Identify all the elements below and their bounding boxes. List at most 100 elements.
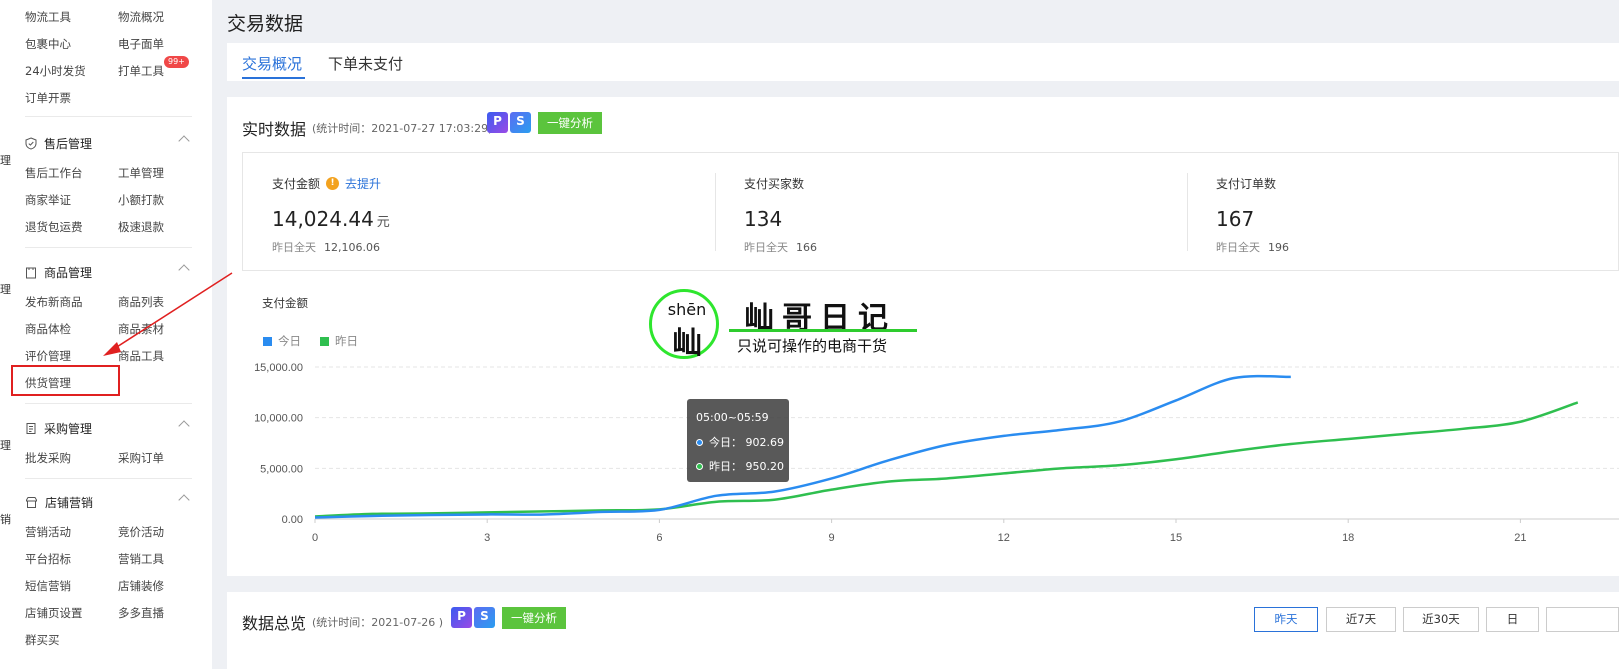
sidebar-group-after-sales[interactable]: 售后管理	[25, 135, 205, 152]
sidebar-item[interactable]: 营销活动	[25, 524, 71, 540]
sidebar-group-title: 售后管理	[44, 137, 93, 151]
sidebar-item[interactable]: 小额打款	[118, 192, 164, 208]
legend-item-yesterday[interactable]: 昨日	[320, 333, 358, 349]
stat-yesterday-row: 昨日全天 166	[744, 239, 817, 255]
edge-glyph: 销	[0, 513, 11, 526]
series-dot-icon	[696, 438, 703, 446]
shield-icon	[25, 137, 37, 150]
stat-label-row: 支付订单数	[1216, 175, 1276, 192]
stats-panel: 支付金额 ! 去提升 14,024.44 元 昨日全天 12,106.06 支付买家…	[242, 152, 1619, 271]
divider	[25, 403, 192, 404]
notification-badge: 99+	[164, 56, 189, 68]
x-tick-label: 3	[484, 532, 490, 544]
chevron-up-icon[interactable]	[178, 420, 190, 432]
y-tick-label: 5,000.00	[260, 463, 303, 475]
tab-bar: 交易概况 下单未支付	[227, 43, 1619, 81]
sidebar-item[interactable]: 极速退款	[118, 219, 164, 235]
analyze-button[interactable]: 一键分析	[502, 607, 566, 629]
warning-icon[interactable]: !	[326, 177, 340, 190]
tooltip-value: 今日： 902.69	[709, 436, 784, 449]
highlight-annotation-box	[11, 365, 120, 396]
range-day-button[interactable]: 日	[1486, 607, 1539, 632]
sidebar-item[interactable]: 发布新商品	[25, 294, 83, 310]
range-more-button[interactable]	[1546, 607, 1619, 632]
app-p-icon[interactable]: P	[487, 112, 508, 133]
sidebar-item-print-tools[interactable]: 打单工具	[118, 63, 164, 79]
sidebar-item-waybill[interactable]: 电子面单	[118, 36, 164, 52]
stat-label: 支付金额	[272, 177, 321, 191]
app-p-icon[interactable]: P	[451, 607, 472, 628]
watermark-slogan: 只说可操作的电商干货	[737, 337, 888, 355]
chevron-up-icon[interactable]	[178, 135, 190, 147]
improve-link[interactable]: 去提升	[345, 175, 381, 192]
sidebar-item-logistics-tools[interactable]: 物流工具	[25, 9, 71, 25]
sidebar-item[interactable]: 店铺页设置	[25, 605, 83, 621]
stat-label: 支付买家数	[744, 177, 805, 191]
stat-yesterday-label: 昨日全天	[272, 241, 316, 254]
tooltip-row-yesterday: 昨日： 950.20	[696, 458, 784, 474]
sidebar-item-package-center[interactable]: 包裹中心	[25, 36, 71, 52]
sidebar-group-title: 采购管理	[44, 422, 93, 436]
app-s-icon[interactable]: S	[510, 112, 531, 133]
edge-glyph: 理	[0, 154, 11, 167]
sidebar-group-marketing[interactable]: 店铺营销	[25, 494, 205, 511]
tooltip-value: 昨日： 950.20	[709, 460, 784, 473]
x-tick-label: 0	[312, 532, 318, 544]
sidebar-group-purchasing[interactable]: 采购管理	[25, 420, 205, 437]
y-tick-label: 15,000.00	[254, 362, 303, 374]
analyze-button[interactable]: 一键分析	[538, 112, 602, 134]
stat-value-row: 134	[744, 207, 782, 231]
range-7-days-button[interactable]: 近7天	[1326, 607, 1396, 632]
divider	[25, 116, 192, 117]
sidebar-item[interactable]: 售后工作台	[25, 165, 83, 181]
x-tick-label: 12	[998, 532, 1010, 544]
clipboard-icon	[26, 423, 36, 434]
sidebar-item-logistics-overview[interactable]: 物流概况	[118, 9, 164, 25]
payment-line-chart[interactable]: 0.00 5,000.00 10,000.00 15,000.00 0 3 6 9 12 15 18…	[227, 355, 1619, 555]
tab-transaction-overview[interactable]: 交易概况	[242, 53, 302, 74]
stat-label-row: 支付买家数	[744, 175, 804, 192]
active-tab-indicator	[242, 77, 305, 79]
legend-label: 今日	[278, 334, 301, 348]
sidebar-item-24h-shipping[interactable]: 24小时发货	[25, 63, 86, 79]
stat-value-row: 14,024.44 元	[272, 207, 390, 231]
sidebar-item[interactable]: 营销工具	[118, 551, 164, 567]
divider	[25, 478, 192, 479]
sidebar-item[interactable]: 评价管理	[25, 348, 71, 364]
sidebar-item[interactable]: 采购订单	[118, 450, 164, 466]
app-s-icon[interactable]: S	[474, 607, 495, 628]
sidebar-item[interactable]: 竞价活动	[118, 524, 164, 540]
x-tick-label: 21	[1514, 532, 1526, 544]
x-tick-label: 6	[656, 532, 662, 544]
realtime-subtitle: (统计时间：2021-07-27 17:03:29)	[312, 122, 493, 135]
stat-label-row: 支付金额 ! 去提升	[272, 175, 381, 192]
chart-tooltip: 05:00~05:59 今日： 902.69 昨日： 950.20	[687, 399, 789, 482]
sidebar-item[interactable]: 商家举证	[25, 192, 71, 208]
stat-yesterday-value: 196	[1268, 241, 1289, 254]
range-yesterday-button[interactable]: 昨天	[1254, 607, 1318, 632]
app-s-letter: S	[516, 114, 525, 128]
sidebar-item[interactable]: 商品体检	[25, 321, 71, 337]
divider	[715, 173, 716, 251]
sidebar-item[interactable]: 工单管理	[118, 165, 164, 181]
sidebar-item[interactable]: 平台招标	[25, 551, 71, 567]
sidebar-group-title: 店铺营销	[45, 496, 94, 510]
sidebar-item[interactable]: 短信营销	[25, 578, 71, 594]
stat-yesterday-row: 昨日全天 196	[1216, 239, 1289, 255]
sidebar-item-invoice[interactable]: 订单开票	[25, 90, 71, 106]
legend-item-today[interactable]: 今日	[263, 333, 301, 349]
app-s-letter: S	[480, 609, 489, 623]
stat-value-row: 167	[1216, 207, 1254, 231]
sidebar-item[interactable]: 群买买	[25, 632, 60, 648]
sidebar-item[interactable]: 退货包运费	[25, 219, 83, 235]
realtime-title: 实时数据	[242, 120, 307, 139]
legend-swatch	[320, 336, 329, 346]
chevron-up-icon[interactable]	[178, 494, 190, 506]
sidebar-item[interactable]: 多多直播	[118, 605, 164, 621]
sidebar-item[interactable]: 店铺装修	[118, 578, 164, 594]
range-30-days-button[interactable]: 近30天	[1403, 607, 1479, 632]
tab-unpaid-orders[interactable]: 下单未支付	[328, 53, 403, 74]
stat-yesterday-value: 12,106.06	[324, 241, 380, 254]
sidebar-item[interactable]: 批发采购	[25, 450, 71, 466]
app-p-letter: P	[493, 114, 502, 128]
